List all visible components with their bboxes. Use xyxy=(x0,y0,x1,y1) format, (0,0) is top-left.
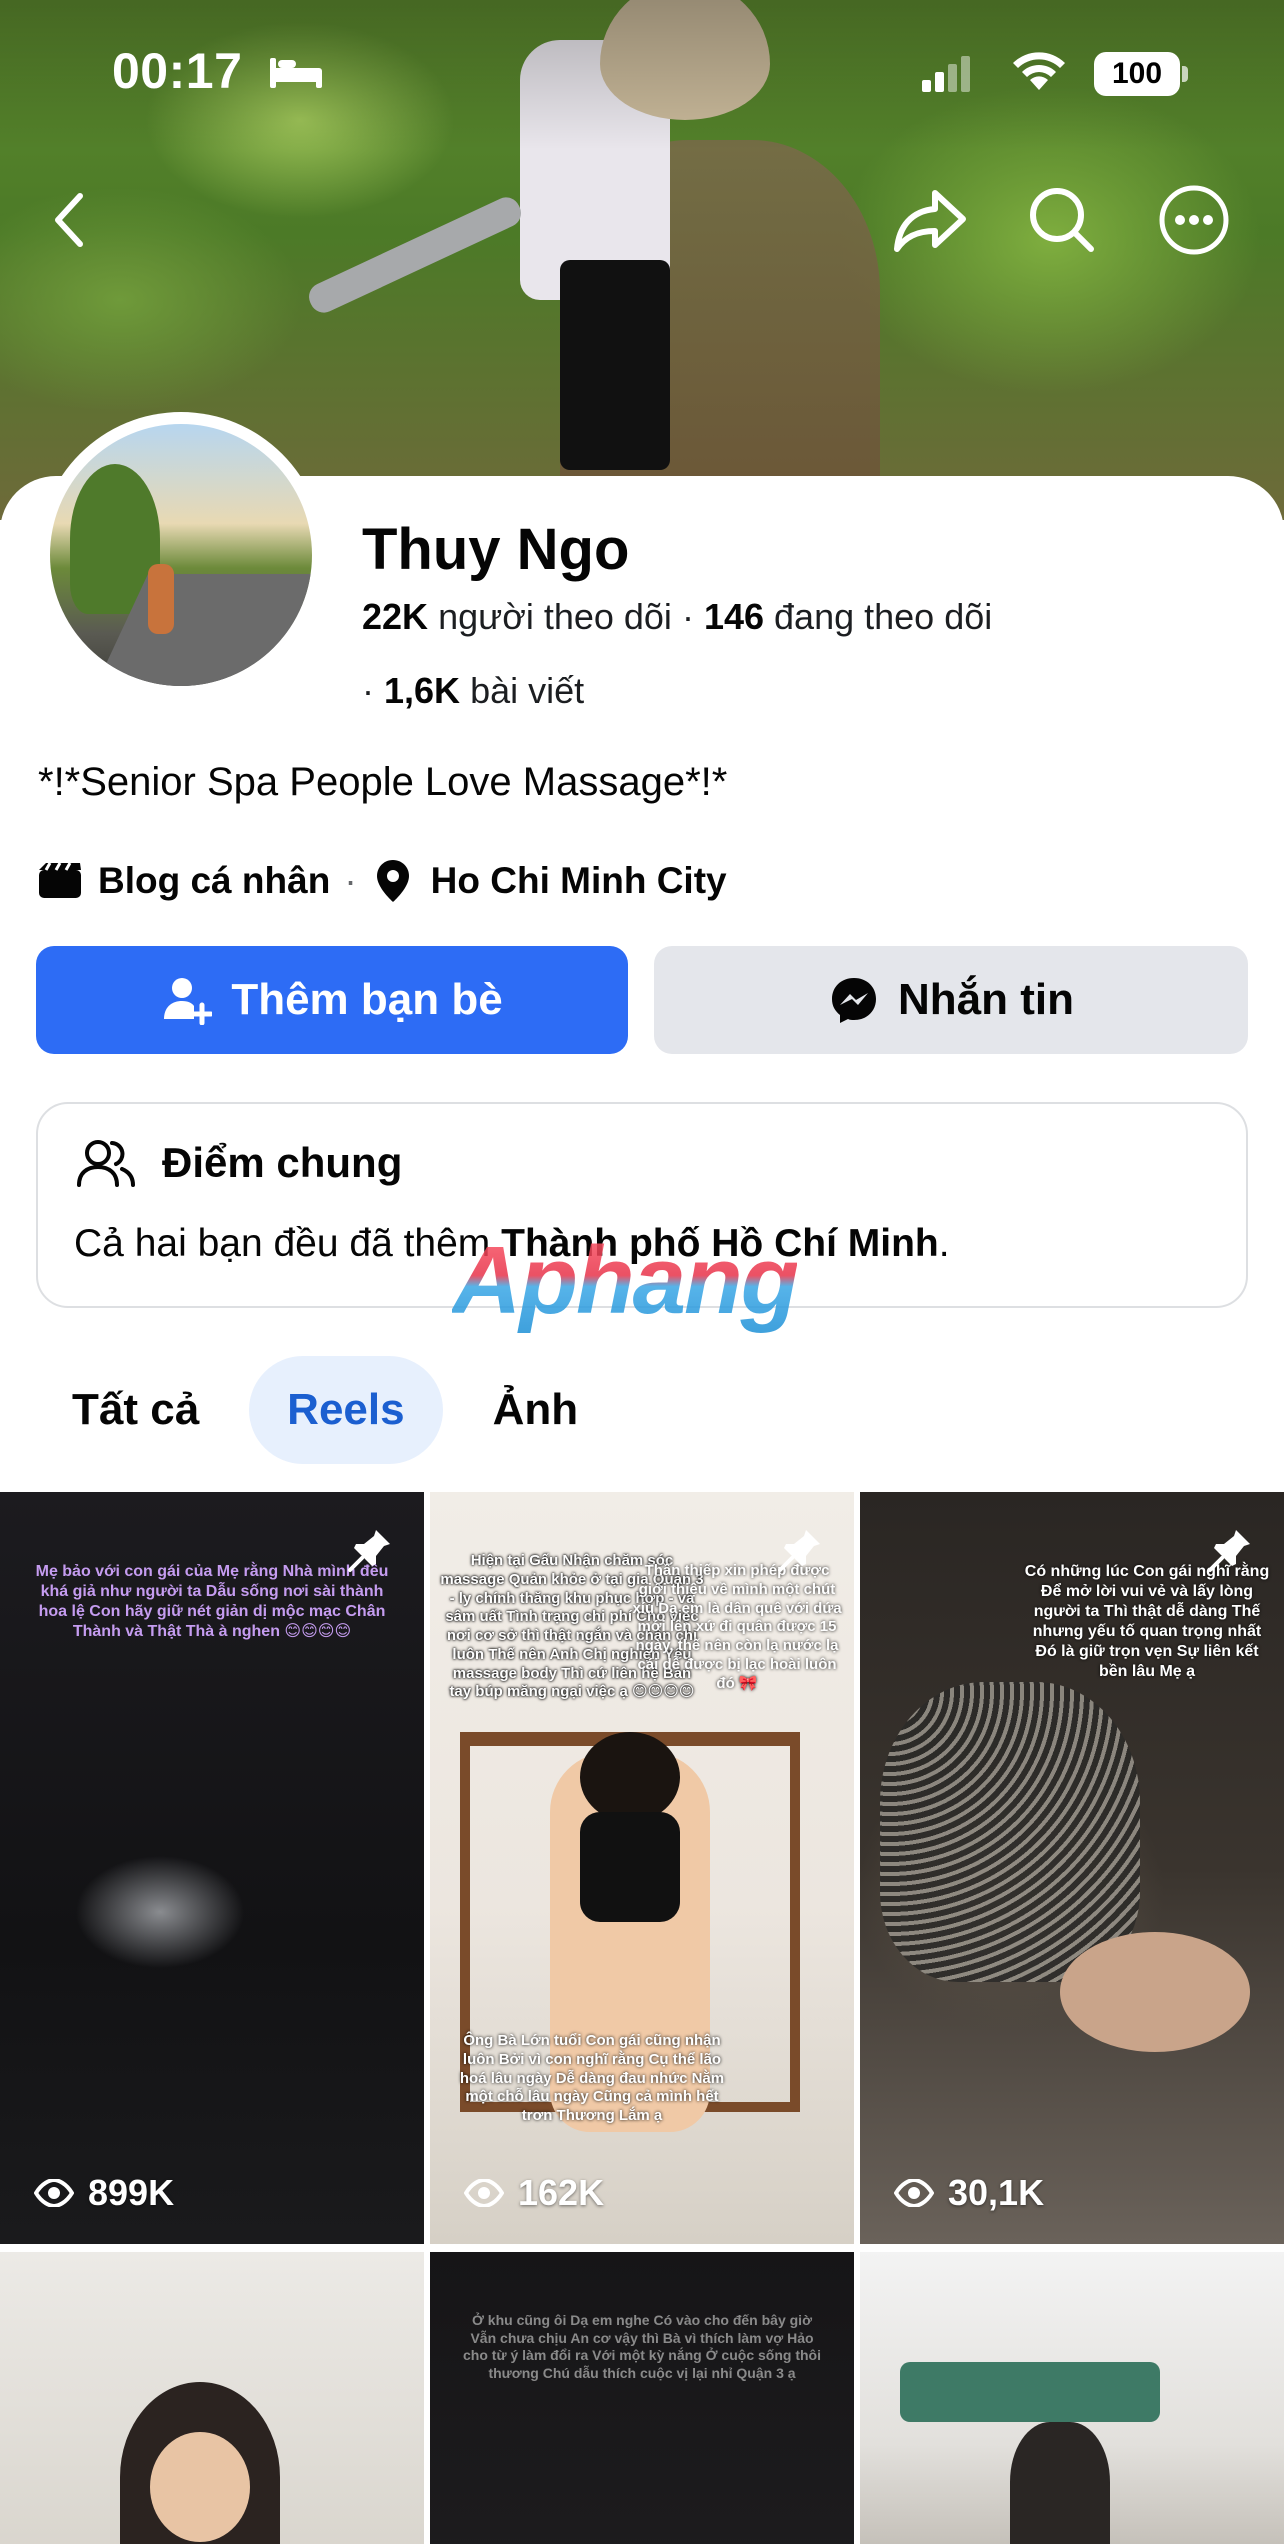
reel-person-face xyxy=(150,2432,250,2542)
profile-bio: *!*Senior Spa People Love Massage*!* xyxy=(38,760,728,804)
tab-photos[interactable]: Ảnh xyxy=(455,1356,617,1464)
eye-icon xyxy=(464,2179,504,2207)
content-tabs: Tất cả Reels Ảnh xyxy=(36,1356,628,1464)
pin-icon xyxy=(1208,1530,1250,1572)
reel-fabric xyxy=(880,1682,1140,1982)
back-button[interactable] xyxy=(30,180,110,260)
mutual-info-header: Điểm chung xyxy=(76,1136,402,1190)
tab-reels[interactable]: Reels xyxy=(249,1356,443,1464)
reel-tile[interactable]: Hiện tại Gấu Nhận chăm sóc massage Quản … xyxy=(430,1492,854,2244)
following-count[interactable]: 146 xyxy=(704,596,764,637)
reel-views: 162K xyxy=(464,2172,604,2214)
details-separator: · xyxy=(344,860,357,901)
profile-category: Blog cá nhân xyxy=(98,860,331,901)
tab-all[interactable]: Tất cả xyxy=(36,1356,237,1464)
reel-tile[interactable]: Có những lúc Con gái nghĩ rằng Để mở lời… xyxy=(860,1492,1284,2244)
pin-icon xyxy=(778,1530,820,1572)
followers-count[interactable]: 22K xyxy=(362,596,428,637)
reel-views: 899K xyxy=(34,2172,174,2214)
message-label: Nhắn tin xyxy=(898,975,1074,1024)
avatar-photo xyxy=(50,424,312,686)
reel-views: 30,1K xyxy=(894,2172,1044,2214)
reel-caption: Mẹ bảo với con gái của Mẹ rằng Nhà mình … xyxy=(35,1563,389,1640)
profile-details: Blog cá nhân · Ho Chi Minh City xyxy=(38,856,727,906)
reel-tile[interactable] xyxy=(860,2252,1284,2544)
reel-tile[interactable]: Ở khu cũng ôi Dạ em nghe Có vào cho đến … xyxy=(430,2252,854,2544)
profile-location[interactable]: Ho Chi Minh City xyxy=(431,860,727,902)
profile-avatar[interactable] xyxy=(38,412,324,698)
message-button[interactable]: Nhắn tin xyxy=(654,946,1248,1054)
cellular-signal-icon xyxy=(922,56,970,92)
chevron-left-icon xyxy=(55,193,83,247)
avatar-person xyxy=(148,564,174,634)
reel-views-count: 30,1K xyxy=(948,2172,1045,2213)
profile-name: Thuy Ngo xyxy=(362,517,630,582)
profile-post-stats: · 1,6K bài viết xyxy=(362,670,584,712)
mutual-text-prefix: Cả hai bạn đều đã thêm xyxy=(74,1222,502,1265)
stats-separator: · xyxy=(681,596,704,637)
more-options-button[interactable] xyxy=(1154,180,1234,260)
eye-icon xyxy=(894,2179,934,2207)
share-icon xyxy=(894,190,966,252)
reel-caption: Có những lúc Con gái nghĩ rằng Để mở lời… xyxy=(1024,1563,1270,1680)
add-friend-label: Thêm bạn bè xyxy=(231,975,503,1024)
profile-follow-stats: 22K người theo dõi · 146 đang theo dõi xyxy=(362,596,992,638)
eye-icon xyxy=(34,2179,74,2207)
reel-caption-secondary: Thần thiếp xin phép được giới thiệu về m… xyxy=(632,1562,842,1692)
sleep-focus-icon xyxy=(270,58,322,88)
reel-tile[interactable]: Mẹ bảo với con gái của Mẹ rằng Nhà mình … xyxy=(0,1492,424,2244)
battery-indicator: 100 xyxy=(1094,52,1188,96)
reel-caption: Ở khu cũng ôi Dạ em nghe Có vào cho đến … xyxy=(463,2312,821,2381)
share-button[interactable] xyxy=(890,180,970,260)
wifi-icon xyxy=(1013,52,1065,90)
watermark-logo: Aphang xyxy=(452,1227,799,1334)
reel-views-count: 899K xyxy=(88,2172,175,2213)
mutual-info-title: Điểm chung xyxy=(162,1139,403,1186)
search-icon xyxy=(1030,188,1094,252)
battery-level: 100 xyxy=(1094,52,1180,96)
reel-person xyxy=(1010,2422,1110,2544)
reel-foot xyxy=(1060,1932,1250,2052)
people-icon xyxy=(76,1136,140,1190)
mutual-text-suffix: . xyxy=(938,1222,950,1265)
reel-person-hair xyxy=(580,1732,680,1822)
status-bar: 00:17 100 xyxy=(0,0,1284,150)
posts-count: 1,6K xyxy=(384,670,461,711)
add-friend-button[interactable]: Thêm bạn bè xyxy=(36,946,628,1054)
search-button[interactable] xyxy=(1022,180,1102,260)
clapperboard-icon xyxy=(38,859,82,903)
add-friend-icon xyxy=(161,974,213,1026)
posts-label: bài viết xyxy=(470,670,585,711)
followers-label[interactable]: người theo dõi xyxy=(438,596,672,637)
status-time: 00:17 xyxy=(112,43,243,99)
reel-tile[interactable] xyxy=(0,2252,424,2544)
reel-views-count: 162K xyxy=(518,2172,605,2213)
battery-tip xyxy=(1182,66,1188,82)
reel-curtain xyxy=(900,2362,1160,2422)
reel-caption-bottom: Ông Bà Lớn tuổi Con gái cũng nhận luôn B… xyxy=(459,2032,725,2124)
following-label[interactable]: đang theo dõi xyxy=(774,596,992,637)
posts-separator: · xyxy=(362,670,374,711)
messenger-icon xyxy=(828,974,880,1026)
more-horizontal-icon xyxy=(1159,185,1229,255)
location-pin-icon xyxy=(371,859,415,903)
reel-person-top xyxy=(580,1812,680,1922)
cover-person-legs xyxy=(560,260,670,470)
pin-icon xyxy=(348,1530,390,1572)
